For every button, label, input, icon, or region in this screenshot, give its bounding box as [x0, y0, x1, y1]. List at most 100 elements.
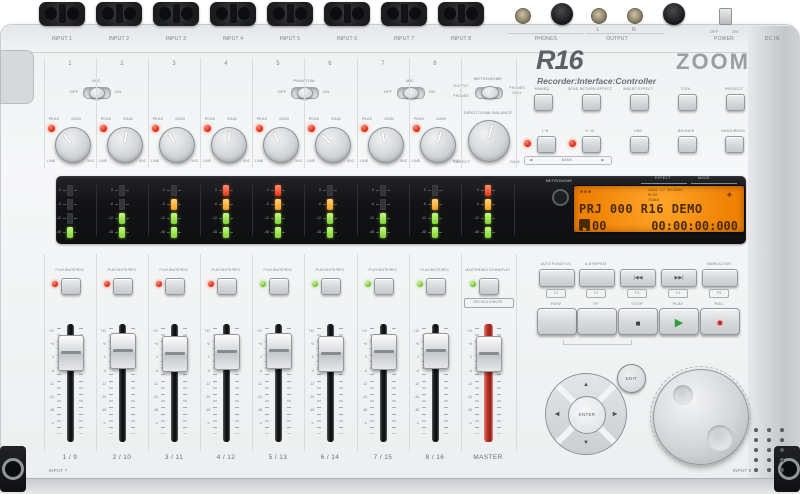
fx-button-tool[interactable] [678, 94, 697, 111]
balance-title: DIRECT/DAW BALANCE [464, 110, 513, 115]
meter-tick [271, 232, 274, 233]
peak-label: PEAK [414, 117, 424, 121]
fx-button-usb[interactable] [630, 136, 649, 153]
phantom-switch-knob[interactable] [297, 87, 313, 99]
meter-scale-number: -48 [48, 230, 61, 234]
fader-scale-number: -6 [250, 369, 262, 373]
transport-stop-button[interactable]: ■ [618, 308, 658, 335]
meter-tick [376, 190, 379, 191]
function-button-f2[interactable] [579, 269, 615, 287]
track-status-button[interactable] [426, 278, 446, 295]
fx-button-project[interactable] [726, 94, 745, 111]
fx-button-9-16[interactable] [582, 136, 601, 153]
fader-scale-number: +6 [250, 342, 262, 346]
metronome-switch-knob[interactable] [481, 86, 499, 99]
fader-scale-number: -24 [355, 395, 367, 399]
fx-button-bounce[interactable] [678, 136, 697, 153]
fader-cap[interactable] [214, 334, 240, 370]
fader-cap[interactable] [423, 333, 449, 369]
gain-knob[interactable] [107, 127, 143, 163]
track-status-button[interactable] [374, 278, 394, 295]
fader-cap[interactable] [371, 334, 397, 370]
transport-rew-button[interactable] [537, 308, 577, 335]
fx-button-undo-redo[interactable] [725, 136, 744, 153]
bank-right-arrow[interactable]: ▶ [602, 158, 605, 162]
mic-switch-knob[interactable] [403, 87, 419, 99]
meter-led-segment [67, 227, 73, 238]
left-side-plate [0, 50, 34, 104]
function-button-f5[interactable] [702, 269, 738, 287]
meter-scale-number: -48 [466, 230, 479, 234]
fader-scale-number: -12 [94, 382, 106, 386]
fx-button-insert-effect[interactable] [630, 94, 649, 111]
function-button-f3[interactable]: |◀◀ [620, 269, 656, 287]
mic-on-label: ON [429, 89, 435, 94]
vent-hole [780, 448, 784, 452]
fader-label: 6 / 14 [321, 454, 340, 461]
input8-front-jack [774, 446, 800, 492]
meter-tick [439, 232, 442, 233]
master-status-button[interactable] [479, 278, 499, 295]
phones-knob[interactable] [551, 3, 573, 25]
effect-label: EFFECT [655, 176, 671, 180]
jog-dial[interactable] [653, 369, 749, 465]
fader-cap[interactable] [318, 336, 344, 372]
fader-cap[interactable] [266, 333, 292, 369]
function-button-f1[interactable] [539, 269, 575, 287]
fx-button-pan-eq[interactable] [534, 94, 553, 111]
bank-left-arrow[interactable]: ◀ [530, 158, 533, 162]
power-switch[interactable] [719, 8, 732, 25]
channel-divider [200, 58, 201, 168]
fader-scale-number: 0 [355, 355, 367, 359]
peak-led [256, 125, 263, 132]
meter-tick [481, 190, 484, 191]
channel-divider [461, 58, 462, 168]
track-status-label: PLAY/MUTE/REC [56, 268, 85, 272]
track-status-button[interactable] [321, 278, 341, 295]
gain-knob[interactable] [263, 127, 299, 163]
peak-label: PEAK [49, 117, 59, 121]
transport-ff-button[interactable] [577, 308, 617, 335]
transport-rec-button[interactable]: ● [700, 308, 740, 335]
output-knob[interactable] [663, 3, 685, 25]
vent-hole [767, 448, 771, 452]
fader-cap[interactable] [110, 333, 136, 369]
gain-knob[interactable] [55, 127, 91, 163]
input-rear-label: INPUT 3 [166, 36, 186, 42]
meter-tick [323, 190, 326, 191]
vent-hole [767, 458, 771, 462]
meter-scale-number: -48 [152, 230, 165, 234]
function-button-f4[interactable]: ▶▶| [661, 269, 697, 287]
gain-knob[interactable] [159, 127, 195, 163]
meter-scale-number: -6 [100, 202, 113, 206]
input-rear-label: INPUT 2 [109, 36, 129, 42]
function-key-box: F1 [546, 289, 566, 298]
gain-knob[interactable] [211, 127, 247, 163]
track-status-button[interactable] [113, 278, 133, 295]
enter-button[interactable]: ENTER [568, 396, 606, 434]
track-status-button[interactable] [165, 278, 185, 295]
track-status-label: PLAY/MUTE/REC [264, 268, 293, 272]
balance-knob[interactable] [468, 120, 510, 162]
meter-tick [428, 232, 431, 233]
track-status-button[interactable] [269, 278, 289, 295]
hi-z-switch-knob[interactable] [89, 87, 105, 99]
fader-scale-number: -6 [355, 369, 367, 373]
master-fader-cap[interactable] [476, 336, 502, 372]
transport-play-button[interactable]: ▶ [659, 308, 699, 335]
fader-cap[interactable] [58, 335, 84, 371]
track-status-button[interactable] [217, 278, 237, 295]
vent-hole [754, 428, 758, 432]
gain-knob-pointer [321, 134, 331, 144]
fx-button-1-8[interactable] [537, 136, 556, 153]
gain-knob[interactable] [420, 127, 456, 163]
gain-knob[interactable] [368, 127, 404, 163]
channel-number: 3 [172, 61, 176, 67]
fader-cap[interactable] [162, 336, 188, 372]
peak-led [204, 125, 211, 132]
track-status-button[interactable] [61, 278, 81, 295]
gain-knob[interactable] [315, 127, 351, 163]
meter-scale-number: -6 [308, 202, 321, 206]
fx-button-send-return-effect[interactable] [582, 94, 601, 111]
jog-dimple [673, 385, 693, 405]
